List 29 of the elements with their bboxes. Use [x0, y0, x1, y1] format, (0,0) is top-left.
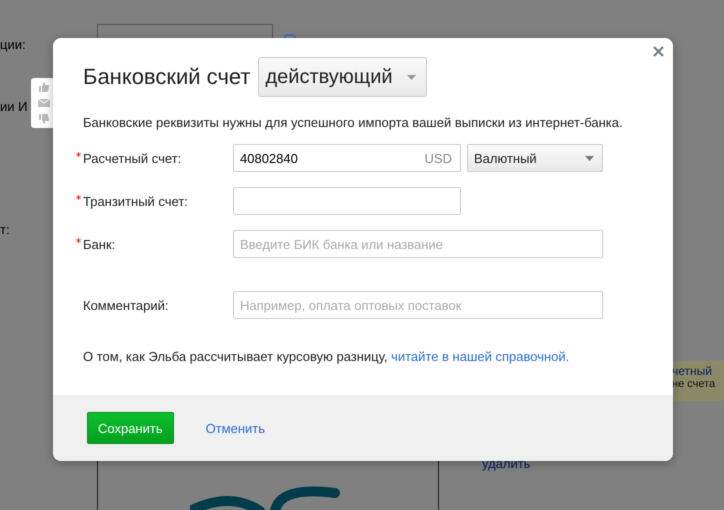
intro-text: Банковские реквизиты нужны для успешного импорта вашей выписки из интернет-банка. — [83, 115, 624, 130]
notice-text: не счета — [672, 378, 716, 390]
form-label: т: — [0, 222, 10, 237]
thumbs-up-icon[interactable] — [38, 80, 50, 93]
thumbs-down-icon[interactable] — [38, 113, 50, 126]
note-text: О том, как Эльба рассчитывает курсовую разницу, читайте в нашей справочной. — [83, 349, 570, 364]
text-input[interactable] — [233, 187, 461, 215]
account-number-input[interactable]: 40802840 — [234, 150, 425, 166]
close-icon[interactable] — [653, 46, 664, 57]
status-dropdown[interactable]: действующий — [258, 57, 427, 97]
form-label: ии И — [0, 99, 28, 114]
form-label: ции: — [0, 37, 26, 52]
dialog-title: Банковский счет — [83, 64, 250, 90]
field-label: Транзитный счет: — [83, 194, 188, 208]
field-label: Банк: — [83, 236, 116, 252]
field-label: Расчетный счет: — [83, 150, 182, 166]
cancel-link[interactable]: Отменить — [206, 420, 266, 436]
currency-label: USD — [424, 150, 452, 166]
text-input[interactable]: Например, оплата оптовых поставок — [233, 291, 603, 319]
help-link[interactable]: читайте в нашей справочной. — [391, 349, 570, 364]
text-input[interactable]: Введите БИК банка или название — [233, 230, 603, 258]
field-label: Комментарий: — [83, 298, 168, 312]
account-type-dropdown[interactable]: Валютный — [467, 144, 603, 172]
notice-link[interactable]: четный — [672, 364, 724, 378]
envelope-icon[interactable] — [38, 98, 50, 108]
caret-icon — [406, 74, 416, 80]
account-input[interactable]: 40802840 USD — [233, 144, 461, 172]
caret-icon — [585, 156, 594, 160]
save-button[interactable]: Сохранить — [87, 412, 174, 444]
